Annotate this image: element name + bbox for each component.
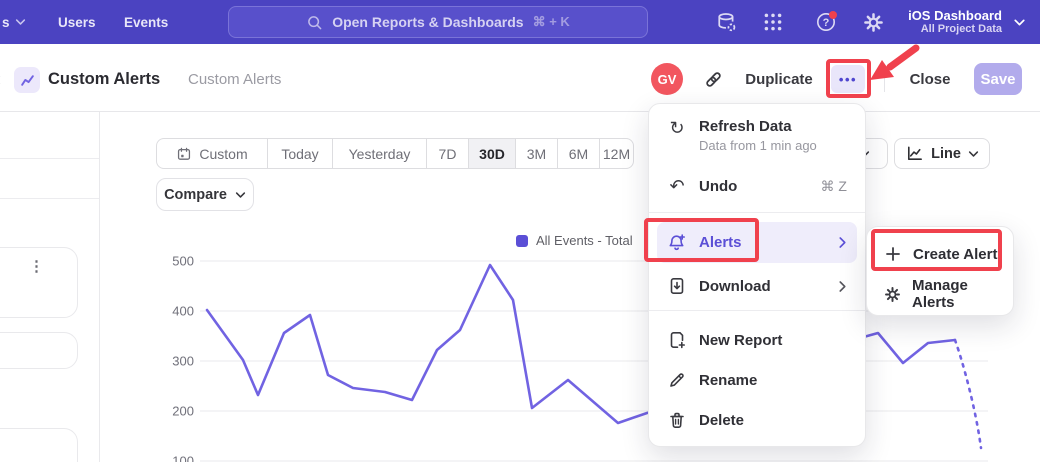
svg-text:?: ? [823,17,830,29]
report-type-icon [14,67,40,93]
chevron-right-icon [838,280,847,293]
project-name: iOS Dashboard [908,8,1002,23]
menu-item-download[interactable]: Download [657,266,857,306]
date-range-control: Custom Today Yesterday 7D 30D 3M 6M 12M [156,138,634,169]
sidebar-section-divider [0,158,99,159]
refresh-status-text: Data from 1 min ago [699,138,817,153]
legend-label: All Events - Total [536,233,633,248]
more-options-menu: ↻ Refresh Data Data from 1 min ago ↶ Und… [648,103,866,447]
search-shortcut: ⌘ + K [533,14,570,30]
menu-item-delete[interactable]: Delete [657,400,857,440]
trash-icon [667,410,687,430]
download-icon [667,276,687,296]
more-options-button[interactable]: ••• [831,65,865,93]
project-selector[interactable]: iOS Dashboard All Project Data [908,0,1002,44]
menu-item-rename[interactable]: Rename [657,360,857,400]
range-3m[interactable]: 3M [515,139,557,168]
menu-divider [649,310,865,311]
search-placeholder: Open Reports & Dashboards [332,14,523,30]
avatar[interactable]: GV [651,63,683,95]
search-icon [306,14,323,31]
menu-divider [649,212,865,213]
alerts-submenu: Create Alert Manage Alerts [866,226,1014,316]
line-chart-icon [905,144,924,163]
range-yesterday[interactable]: Yesterday [332,139,426,168]
help-icon[interactable]: ? [814,10,838,34]
menu-item-refresh-data[interactable]: ↻ Refresh Data Data from 1 min ago [657,112,857,160]
back-chevron-fragment: ‹ [0,69,1,90]
legend-swatch [516,235,528,247]
breadcrumb: Custom Alerts [188,71,281,88]
duplicate-button[interactable]: Duplicate [743,63,815,95]
calendar-icon [176,146,192,162]
top-nav: s Users Events Open Reports & Dashboards… [0,0,1040,44]
chevron-down-icon [1013,17,1026,28]
nav-item-partial[interactable]: s [2,0,26,44]
gear-icon [883,284,902,304]
nav-item-users[interactable]: Users [58,0,96,44]
menu-item-alerts[interactable]: Alerts [657,222,857,263]
range-30d-selected[interactable]: 30D [468,139,515,168]
search-input[interactable]: Open Reports & Dashboards ⌘ + K [228,6,648,38]
sidebar-card[interactable]: ⋮ [0,247,78,318]
menu-item-undo[interactable]: ↶ Undo ⌘ Z [657,168,857,204]
chevron-down-icon [15,17,26,27]
sidebar-divider [99,112,100,462]
sidebar-card[interactable] [0,428,78,462]
y-axis-tick: 400 [150,304,194,319]
new-report-icon [667,330,687,350]
refresh-icon: ↻ [667,118,687,138]
submenu-item-create-alert[interactable]: Create Alert [873,235,1007,273]
kebab-menu-icon[interactable]: ⋮ [29,260,44,274]
project-scope: All Project Data [921,23,1002,36]
settings-gear-icon[interactable] [861,10,885,34]
chart-legend[interactable]: All Events - Total [516,233,633,248]
range-6m[interactable]: 6M [557,139,599,168]
range-today[interactable]: Today [267,139,332,168]
sidebar-section-divider [0,198,99,199]
nav-item-events[interactable]: Events [124,0,168,44]
chart-type-dropdown[interactable]: Line [894,138,990,169]
chevron-right-icon [838,236,847,249]
save-button[interactable]: Save [974,63,1022,95]
compare-dropdown[interactable]: Compare [156,178,254,211]
y-axis-tick: 300 [150,354,194,369]
close-button[interactable]: Close [906,63,954,95]
data-management-icon[interactable] [714,10,738,34]
divider [884,66,885,92]
page-title: Custom Alerts [48,70,160,89]
menu-item-new-report[interactable]: New Report [657,320,857,360]
plus-icon [883,244,903,264]
apps-grid-icon[interactable] [761,10,785,34]
pencil-icon [667,370,687,390]
range-12m[interactable]: 12M [599,139,633,168]
menu-item-label: Refresh Data [699,118,817,135]
range-custom[interactable]: Custom [157,139,267,168]
sidebar-card[interactable] [0,332,78,369]
chevron-down-icon [968,149,979,159]
y-axis-tick: 500 [150,254,194,269]
y-axis-tick: 200 [150,404,194,419]
alert-bell-icon [667,233,687,253]
undo-icon: ↶ [667,176,687,196]
undo-shortcut: ⌘ Z [821,178,847,195]
line-series-dotted-tail [955,340,981,448]
copy-link-icon[interactable] [700,63,726,95]
chevron-down-icon [235,190,246,200]
y-axis-tick: 100 [150,454,194,462]
notification-dot [829,11,837,19]
range-7d[interactable]: 7D [426,139,468,168]
report-header: ‹ Custom Alerts Custom Alerts GV Duplica… [0,44,1040,112]
submenu-item-manage-alerts[interactable]: Manage Alerts [873,275,1007,313]
